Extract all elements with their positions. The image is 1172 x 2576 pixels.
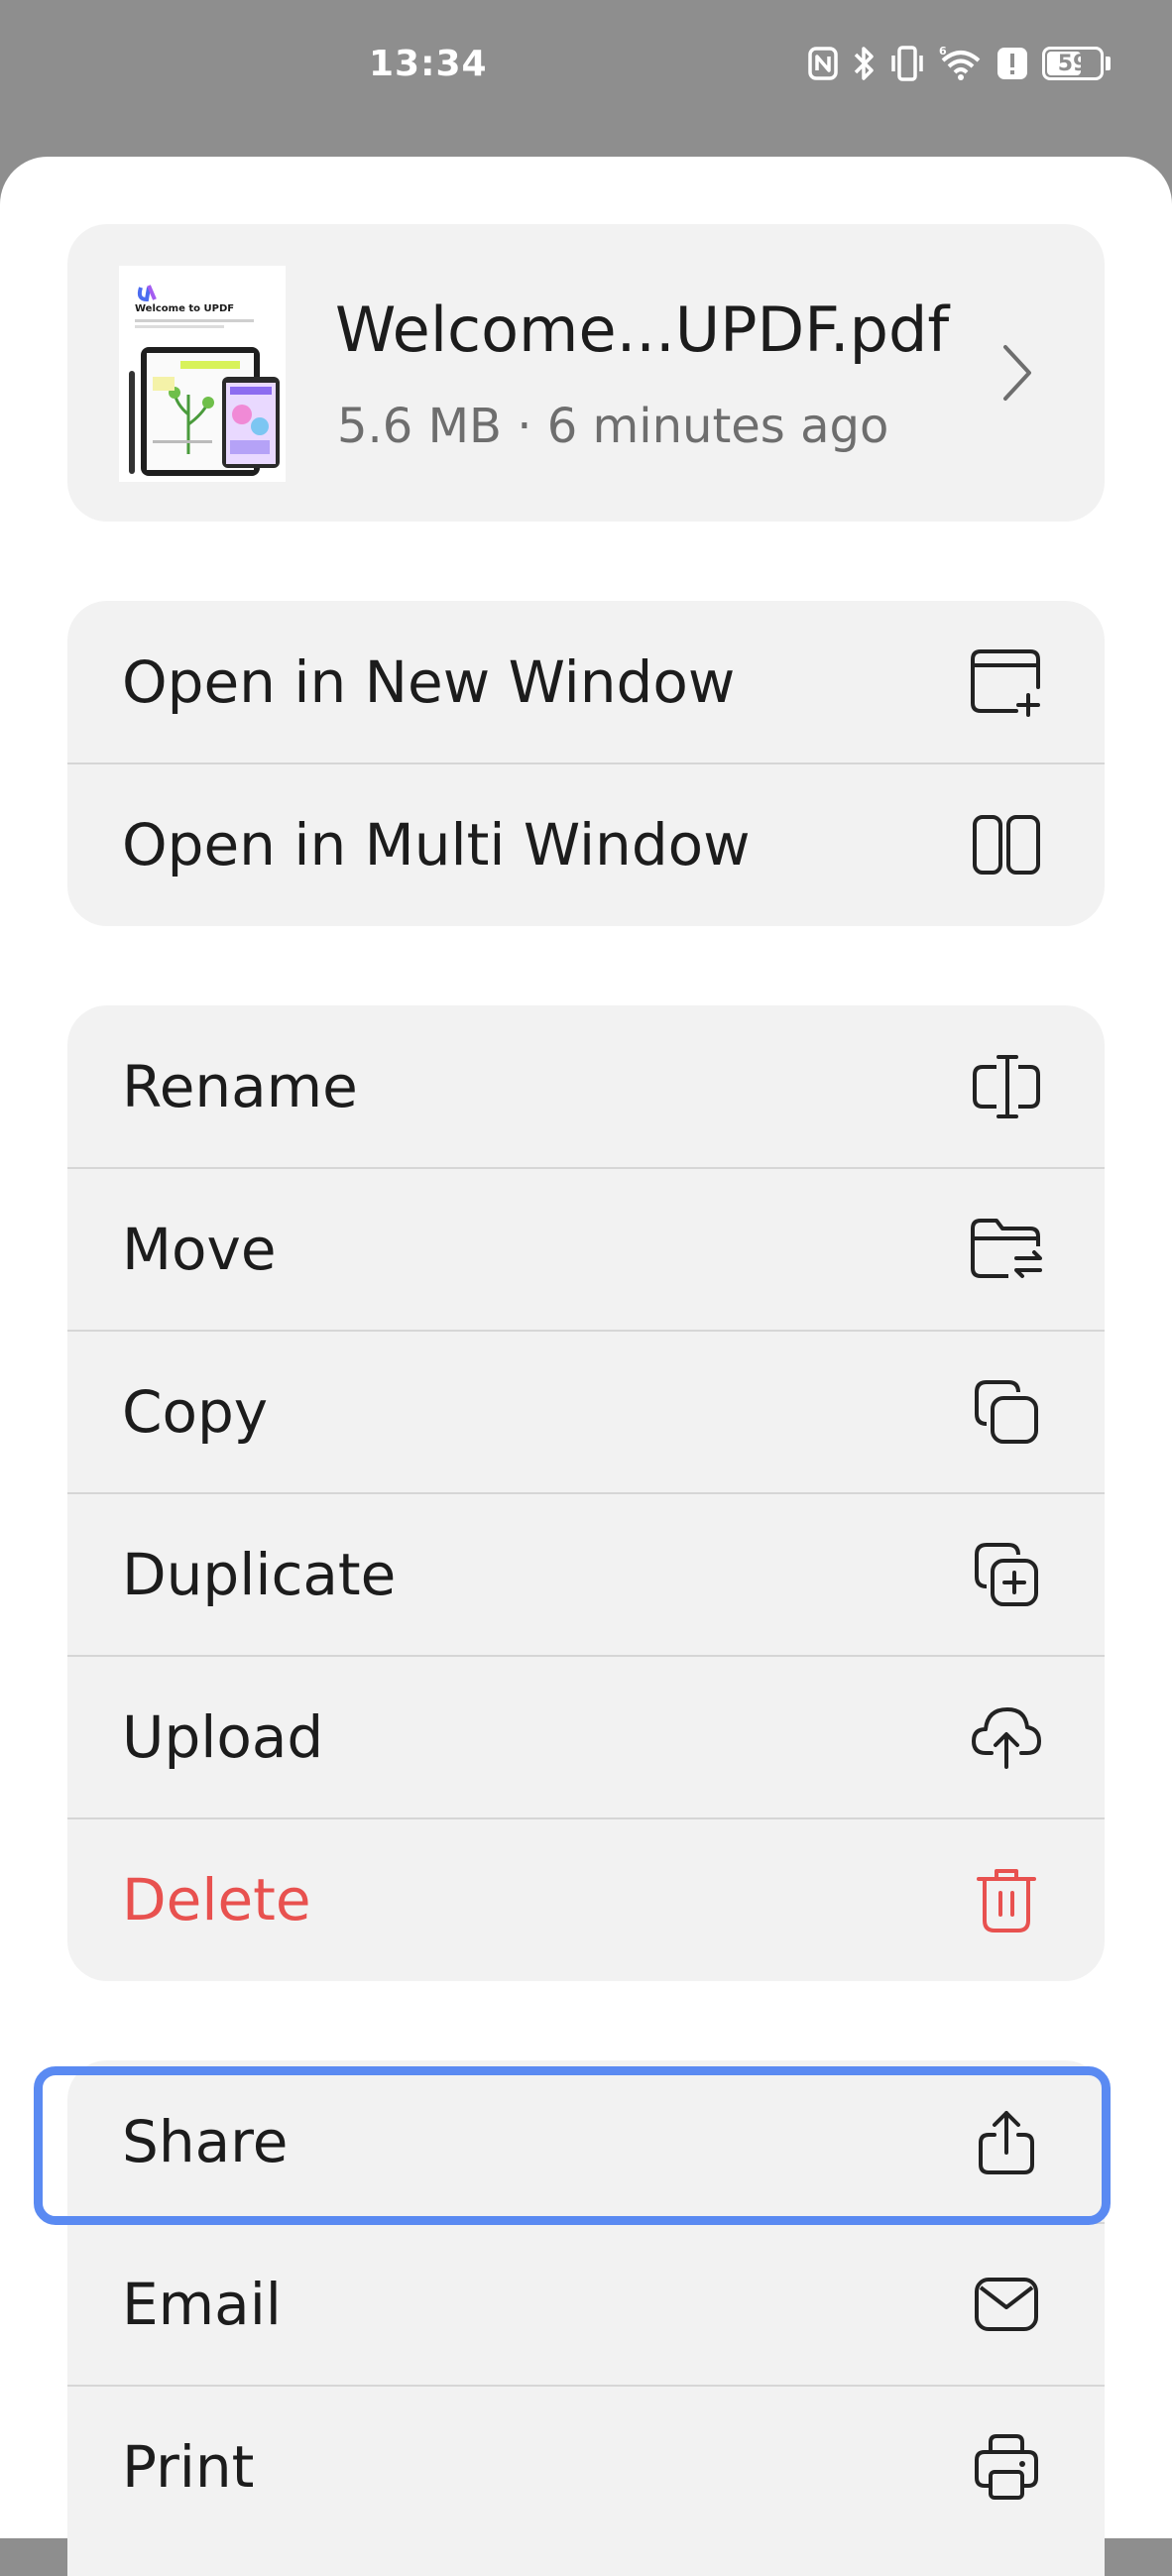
status-icons: 6 59 (808, 40, 1111, 87)
share-icon (968, 2103, 1045, 2180)
file-actions-sheet: Welcome to UPDF Welcome...UPDF.pdf 5.6 M… (0, 157, 1172, 2576)
copy-icon (968, 1373, 1045, 1451)
item-label: Print (122, 2433, 255, 2501)
trash-icon (968, 1861, 1045, 1938)
printer-icon (968, 2428, 1045, 2506)
wifi-6-icon: 6 (939, 45, 983, 82)
share-actions-group: Share Email Print (67, 2060, 1105, 2576)
battery-icon: 59 (1042, 47, 1111, 80)
file-operations-group: Rename Move Copy Duplicate Upload Delete (67, 1005, 1105, 1981)
file-info-card[interactable]: Welcome to UPDF Welcome...UPDF.pdf 5.6 M… (67, 224, 1105, 522)
item-label: Rename (122, 1053, 358, 1120)
move-folder-icon (968, 1211, 1045, 1288)
status-bar: 13:34 6 59 (0, 0, 1172, 149)
share-item[interactable]: Share (67, 2060, 1105, 2223)
file-thumbnail: Welcome to UPDF (119, 266, 286, 482)
item-label: Delete (122, 1866, 311, 1933)
open-multi-window-item[interactable]: Open in Multi Window (67, 763, 1105, 926)
copy-item[interactable]: Copy (67, 1331, 1105, 1493)
item-label: Move (122, 1216, 277, 1283)
multi-window-icon (968, 806, 1045, 883)
print-item[interactable]: Print (67, 2386, 1105, 2548)
open-new-window-item[interactable]: Open in New Window (67, 601, 1105, 763)
nfc-icon (808, 47, 838, 80)
item-label: Duplicate (122, 1541, 397, 1608)
battery-level: 59 (1057, 51, 1089, 76)
cloud-upload-icon (968, 1698, 1045, 1776)
rename-item[interactable]: Rename (67, 1005, 1105, 1168)
move-item[interactable]: Move (67, 1168, 1105, 1331)
item-label: Open in Multi Window (122, 811, 751, 878)
alert-icon (996, 47, 1028, 80)
chevron-right-icon[interactable] (999, 341, 1035, 409)
item-label: Email (122, 2271, 282, 2338)
delete-item[interactable]: Delete (67, 1818, 1105, 1981)
new-window-icon (968, 644, 1045, 721)
thumbnail-title: Welcome to UPDF (135, 303, 234, 314)
duplicate-item[interactable]: Duplicate (67, 1493, 1105, 1656)
duplicate-icon (968, 1536, 1045, 1613)
window-actions-group: Open in New Window Open in Multi Window (67, 601, 1105, 926)
item-label: Open in New Window (122, 648, 736, 716)
file-meta: 5.6 MB · 6 minutes ago (337, 399, 889, 454)
item-label: Upload (122, 1703, 324, 1771)
mail-icon (968, 2266, 1045, 2343)
upload-item[interactable]: Upload (67, 1656, 1105, 1818)
file-name: Welcome...UPDF.pdf (335, 293, 950, 366)
rename-icon (968, 1048, 1045, 1125)
email-item[interactable]: Email (67, 2223, 1105, 2386)
bluetooth-icon (852, 45, 876, 82)
vibrate-icon (889, 45, 925, 82)
status-time: 13:34 (369, 44, 488, 84)
svg-text:6: 6 (939, 45, 947, 58)
item-label: Share (122, 2108, 289, 2175)
item-label: Copy (122, 1378, 269, 1446)
